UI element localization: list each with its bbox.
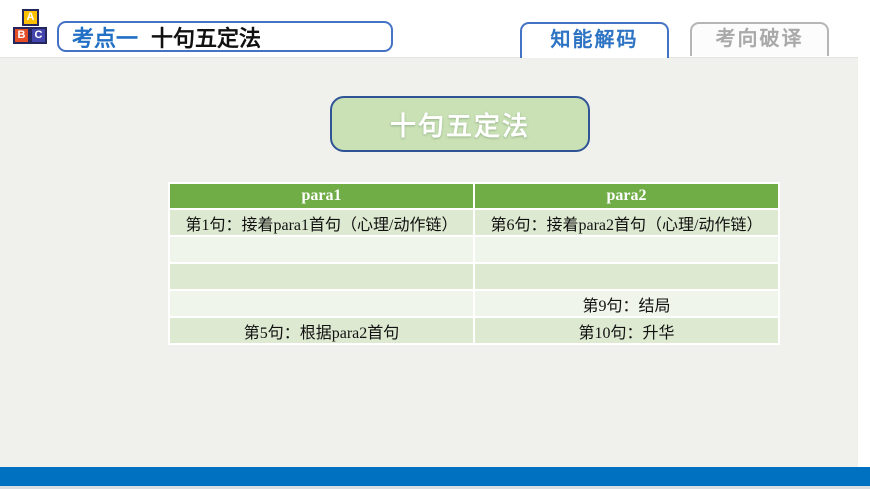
table-cell: 第1句：接着para1首句（心理/动作链） <box>170 210 473 235</box>
block-a-icon: A <box>22 9 39 26</box>
table-header-row: para1 para2 <box>170 184 778 208</box>
tab-kaoxiang-poyi[interactable]: 考向破译 <box>690 22 829 56</box>
table-cell <box>170 264 473 289</box>
table-cell: 第10句：升华 <box>475 318 778 343</box>
table-cell: 第9句：结局 <box>475 291 778 316</box>
table-cell <box>170 237 473 262</box>
table-cell <box>475 264 778 289</box>
flow-node-method: 十句五定法 <box>330 96 590 152</box>
block-c-icon: C <box>30 27 47 44</box>
topic-prefix: 考点一 <box>72 25 139 51</box>
sentence-rules-table: para1 para2 第1句：接着para1首句（心理/动作链） 第6句：接着… <box>168 182 780 345</box>
block-b-icon: B <box>13 27 30 44</box>
footer-bar <box>0 467 870 486</box>
table-cell: 第5句：根据para2首句 <box>170 318 473 343</box>
topic-title: 十句五定法 <box>151 25 262 51</box>
table-row <box>170 237 778 262</box>
column-header-para1: para1 <box>170 184 473 208</box>
tab-zhineng-jiema[interactable]: 知能解码 <box>520 22 669 58</box>
table-cell <box>170 291 473 316</box>
column-header-para2: para2 <box>475 184 778 208</box>
topic-title-badge: 考点一 十句五定法 <box>57 21 393 52</box>
table-row: 第1句：接着para1首句（心理/动作链） 第6句：接着para2首句（心理/动… <box>170 210 778 235</box>
table-cell <box>475 237 778 262</box>
table-row: 第9句：结局 <box>170 291 778 316</box>
abc-blocks-icon: A B C <box>13 9 49 46</box>
table-cell: 第6句：接着para2首句（心理/动作链） <box>475 210 778 235</box>
table-row: 第5句：根据para2首句 第10句：升华 <box>170 318 778 343</box>
table-row <box>170 264 778 289</box>
